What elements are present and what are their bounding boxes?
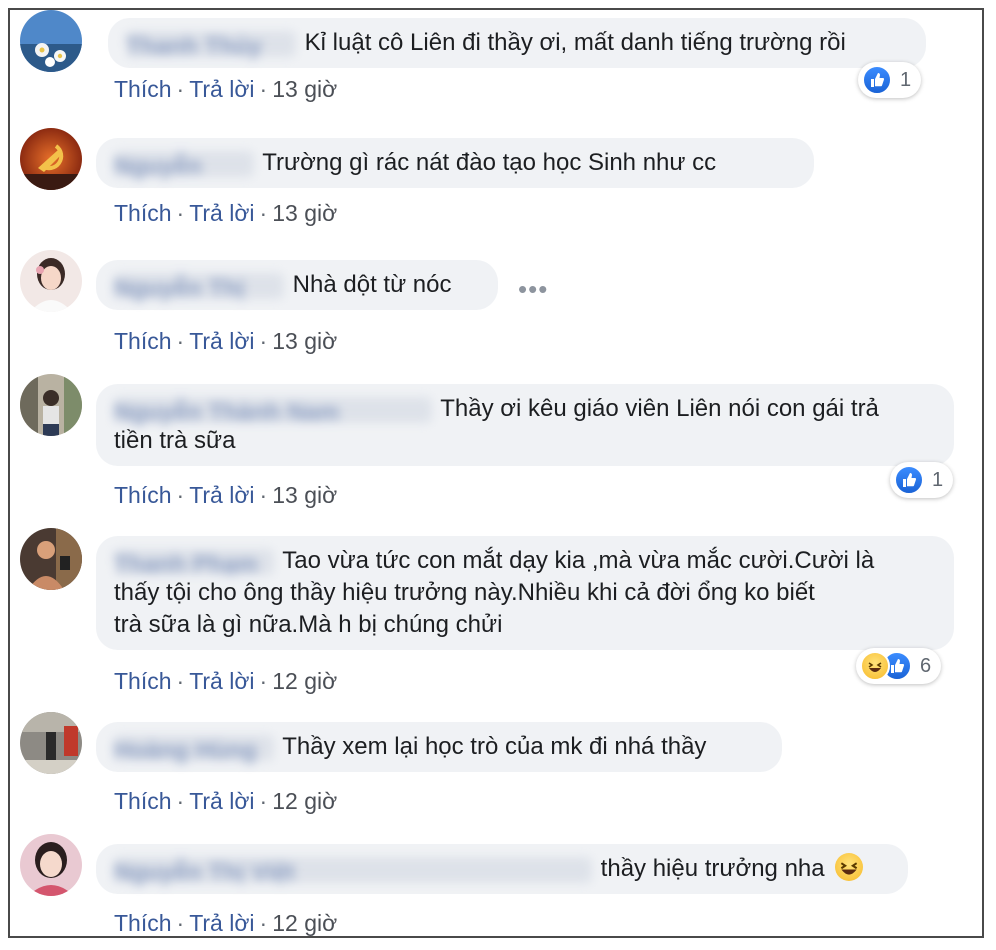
avatar[interactable] [20,250,82,312]
reaction-count: 1 [932,468,944,491]
timestamp[interactable]: 12 giờ [272,910,337,936]
separator: · [259,910,268,936]
separator: · [176,200,185,226]
separator: · [176,328,185,354]
like-link[interactable]: Thích [114,482,172,508]
comment-thread: Thanh Thủy Kỉ luật cô Liên đi thầy ơi, m… [8,8,984,938]
timestamp[interactable]: 13 giờ [272,76,337,102]
like-link[interactable]: Thích [114,76,172,102]
comment-text-line: Thầy ơi kêu giáo viên Liên nói con gái t… [440,395,879,422]
comment-actions: Thích · Trả lời · 12 giờ [114,666,337,696]
separator: · [259,328,268,354]
author-name[interactable]: Nguyễn [114,150,254,180]
comment-bubble: Nguyễn Thị Nhà dột từ nóc [96,260,498,310]
comment-actions: Thích · Trả lời · 12 giờ [114,908,337,936]
avatar[interactable] [20,712,82,774]
separator: · [176,668,185,694]
timestamp[interactable]: 13 giờ [272,200,337,226]
separator: · [259,668,268,694]
like-link[interactable]: Thích [114,788,172,814]
more-options-icon[interactable]: ••• [518,274,548,305]
reply-link[interactable]: Trả lời [189,910,254,936]
like-link[interactable]: Thích [114,910,172,936]
author-name[interactable]: Nguyễn Thị Việt [114,856,592,886]
like-link[interactable]: Thích [114,668,172,694]
separator: · [259,200,268,226]
comment-text-line: Tao vừa tức con mắt dạy kia ,mà vừa mắc … [282,547,875,574]
separator: · [259,788,268,814]
comment-text: thầy hiệu trưởng nha [600,855,825,882]
reply-link[interactable]: Trả lời [189,788,254,814]
avatar[interactable] [20,374,82,436]
comment-text: Nhà dột từ nóc [292,271,452,298]
reply-link[interactable]: Trả lời [189,200,254,226]
like-reaction-icon [894,465,924,495]
separator: · [259,482,268,508]
avatar[interactable] [20,834,82,896]
comment-text: Trường gì rác nát đào tạo học Sinh như c… [262,149,717,176]
reply-link[interactable]: Trả lời [189,668,254,694]
reply-link[interactable]: Trả lời [189,482,254,508]
comment-text: Kỉ luật cô Liên đi thầy ơi, mất danh tiế… [304,29,846,56]
separator: · [176,76,185,102]
comment-text-line: trà sữa là gì nữa.Mà h bị chúng chửi [114,611,503,638]
comment-bubble: Thanh Thủy Kỉ luật cô Liên đi thầy ơi, m… [108,18,926,68]
reply-link[interactable]: Trả lời [189,328,254,354]
reaction-summary[interactable]: 1 [890,462,954,498]
like-link[interactable]: Thích [114,200,172,226]
comment-actions: Thích · Trả lời · 13 giờ [114,480,337,510]
comment-bubble: Nguyễn Thành Nam Thầy ơi kêu giáo viên L… [96,384,954,466]
separator: · [259,76,268,102]
haha-reaction-icon [860,651,890,681]
author-name[interactable]: Hoàng Hùng [114,734,274,764]
reaction-count: 1 [900,68,912,91]
timestamp[interactable]: 12 giờ [272,788,337,814]
comment-text-line: tiền trà sữa [114,427,236,454]
comment-text: Thầy xem lại học trò của mk đi nhá thầy [282,733,707,760]
comment-bubble: Thanh Phạm Tao vừa tức con mắt dạy kia ,… [96,536,954,650]
comment-actions: Thích · Trả lời · 13 giờ [114,74,337,104]
comment-actions: Thích · Trả lời · 12 giờ [114,786,337,816]
timestamp[interactable]: 13 giờ [272,328,337,354]
haha-emoji-icon [835,853,864,881]
comment-bubble: Nguyễn Thị Việt thầy hiệu trưởng nha [96,844,908,894]
comment-actions: Thích · Trả lời · 13 giờ [114,198,337,228]
like-reaction-icon [862,65,892,95]
reaction-summary[interactable]: 1 [858,62,922,98]
author-name[interactable]: Thanh Phạm [114,548,274,578]
author-name[interactable]: Nguyễn Thành Nam [114,396,432,426]
avatar[interactable] [20,10,82,72]
reaction-summary[interactable]: 6 [856,648,942,684]
reply-link[interactable]: Trả lời [189,76,254,102]
author-name[interactable]: Thanh Thủy [126,30,296,60]
author-name[interactable]: Nguyễn Thị [114,272,284,302]
timestamp[interactable]: 13 giờ [272,482,337,508]
reaction-count: 6 [920,654,932,677]
separator: · [176,482,185,508]
separator: · [176,910,185,936]
comment-text-line: thấy tội cho ông thầy hiệu trưởng này.Nh… [114,579,815,606]
comment-bubble: Hoàng Hùng Thầy xem lại học trò của mk đ… [96,722,782,772]
comment-actions: Thích · Trả lời · 13 giờ [114,326,337,356]
timestamp[interactable]: 12 giờ [272,668,337,694]
separator: · [176,788,185,814]
avatar[interactable] [20,128,82,190]
comment-bubble: Nguyễn Trường gì rác nát đào tạo học Sin… [96,138,814,188]
avatar[interactable] [20,528,82,590]
like-link[interactable]: Thích [114,328,172,354]
